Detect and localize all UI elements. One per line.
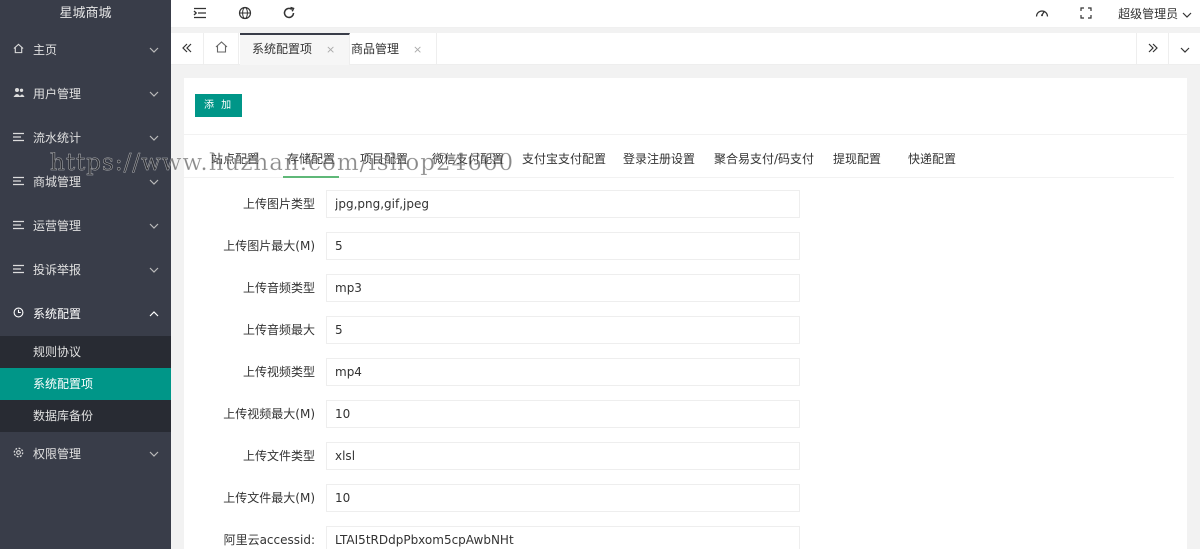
top-header: 超级管理员 [171, 0, 1200, 28]
form-label: 上传图片类型 [242, 197, 315, 211]
tabs-scroll-right-icon[interactable] [1136, 33, 1168, 65]
form-label: 上传视频类型 [242, 365, 315, 379]
file-types-input[interactable] [326, 442, 800, 470]
list-icon [13, 249, 27, 293]
users-icon [13, 73, 27, 117]
home-tab-icon[interactable] [203, 33, 239, 65]
admin-user-menu[interactable]: 超级管理员 [1118, 0, 1192, 28]
form-row-file-max: 上传文件最大(M) [184, 483, 984, 513]
sidebar-item-label: 系统配置 [33, 307, 82, 321]
sidebar-item-users[interactable]: 用户管理 [0, 72, 171, 116]
sidebar-item-label: 运营管理 [33, 219, 82, 233]
config-tab-login-register[interactable]: 登录注册设置 [623, 144, 695, 178]
sidebar-item-permissions[interactable]: 权限管理 [0, 432, 171, 476]
chevron-down-icon [149, 160, 159, 204]
sidebar-item-label: 投诉举报 [33, 263, 82, 277]
chevron-down-icon [149, 248, 159, 292]
page-tabs-bar: 系统配置项 × 商品管理 × [171, 33, 1200, 65]
form-row-image-types: 上传图片类型 [184, 189, 984, 219]
chevron-down-icon [149, 28, 159, 72]
chevron-up-icon [149, 292, 159, 336]
sidebar-item-complaints[interactable]: 投诉举报 [0, 248, 171, 292]
sidebar-item-label: 流水统计 [33, 131, 82, 145]
config-tab-storage[interactable]: 存储配置 [283, 144, 340, 178]
config-tabs: 站点配置 存储配置 项目配置 微信支付配置 支付宝支付配置 登录注册设置 聚合易… [184, 144, 1174, 178]
gear-icon [13, 433, 27, 477]
settings-icon [13, 293, 27, 337]
chevron-down-icon [1182, 7, 1192, 21]
sidebar-subitem-rules[interactable]: 规则协议 [0, 336, 171, 368]
config-tab-project[interactable]: 项目配置 [360, 144, 408, 178]
config-card: 添 加 站点配置 存储配置 项目配置 微信支付配置 支付宝支付配置 登录注册设置… [184, 78, 1187, 549]
image-max-input[interactable] [326, 232, 800, 260]
list-icon [13, 205, 27, 249]
image-types-input[interactable] [326, 190, 800, 218]
form-label: 上传文件最大(M) [223, 491, 315, 505]
config-tab-aggregate-pay[interactable]: 聚合易支付/码支付 [714, 144, 814, 178]
tabs-menu-chevron-down-icon[interactable] [1168, 33, 1200, 65]
tabs-scroll-left-icon[interactable] [171, 33, 203, 65]
sidebar: 星城商城 主页 用户管理 流水统计 商城管理 运营管理 投诉举报 系统配置 规则… [0, 0, 171, 549]
app-logo: 星城商城 [59, 6, 112, 21]
video-max-input[interactable] [326, 400, 800, 428]
chevron-down-icon [149, 116, 159, 160]
sidebar-item-label: 主页 [33, 43, 58, 57]
sidebar-item-label: 权限管理 [33, 447, 82, 461]
file-max-input[interactable] [326, 484, 800, 512]
audio-max-input[interactable] [326, 316, 800, 344]
close-icon[interactable]: × [413, 43, 422, 56]
form-row-image-max: 上传图片最大(M) [184, 231, 984, 261]
sidebar-item-flow-stats[interactable]: 流水统计 [0, 116, 171, 160]
form-row-audio-max: 上传音频最大 [184, 315, 984, 345]
form-row-video-max: 上传视频最大(M) [184, 399, 984, 429]
config-tab-withdraw[interactable]: 提现配置 [833, 144, 881, 178]
admin-name: 超级管理员 [1118, 7, 1179, 21]
sidebar-item-operations[interactable]: 运营管理 [0, 204, 171, 248]
sidebar-item-home[interactable]: 主页 [0, 28, 171, 72]
chevron-down-icon [149, 204, 159, 248]
form-row-aliyun-accessid: 阿里云accessid: [184, 525, 984, 549]
list-icon [13, 161, 27, 205]
divider [184, 134, 1187, 135]
form-row-file-types: 上传文件类型 [184, 441, 984, 471]
sidebar-item-mall[interactable]: 商城管理 [0, 160, 171, 204]
video-types-input[interactable] [326, 358, 800, 386]
tab-product-management[interactable]: 商品管理 × [339, 33, 438, 65]
refresh-icon[interactable] [282, 6, 298, 22]
form-label: 上传音频类型 [242, 281, 315, 295]
config-tab-express[interactable]: 快递配置 [908, 144, 956, 178]
sidebar-item-label: 用户管理 [33, 87, 82, 101]
aliyun-accessid-input[interactable] [326, 526, 800, 549]
form-row-audio-types: 上传音频类型 [184, 273, 984, 303]
sidebar-subitem-config-items[interactable]: 系统配置项 [0, 368, 171, 400]
menu-toggle-icon[interactable] [193, 6, 209, 22]
form-label: 上传图片最大(M) [223, 239, 315, 253]
audio-types-input[interactable] [326, 274, 800, 302]
config-tab-site[interactable]: 站点配置 [211, 144, 259, 178]
config-tab-wechat-pay[interactable]: 微信支付配置 [432, 144, 504, 178]
list-icon [13, 117, 27, 161]
home-icon [13, 29, 27, 73]
sidebar-item-label: 商城管理 [33, 175, 82, 189]
chevron-down-icon [149, 432, 159, 476]
form-label: 上传视频最大(M) [223, 407, 315, 421]
dashboard-icon[interactable] [1035, 6, 1051, 22]
config-tab-alipay[interactable]: 支付宝支付配置 [522, 144, 606, 178]
globe-icon[interactable] [238, 6, 254, 22]
tab-system-config-items[interactable]: 系统配置项 × [240, 33, 351, 65]
chevron-down-icon [149, 72, 159, 116]
add-button[interactable]: 添 加 [195, 94, 243, 117]
form-label: 上传音频最大 [242, 323, 315, 337]
close-icon[interactable]: × [326, 43, 335, 56]
form-label: 上传文件类型 [242, 449, 315, 463]
sidebar-item-system-config[interactable]: 系统配置 [0, 292, 171, 336]
tab-label: 系统配置项 [252, 42, 313, 56]
fullscreen-icon[interactable] [1079, 6, 1095, 22]
form-label: 阿里云accessid: [223, 533, 315, 547]
sidebar-subitem-db-backup[interactable]: 数据库备份 [0, 400, 171, 432]
tab-label: 商品管理 [351, 42, 400, 56]
sidebar-subnav: 规则协议 系统配置项 数据库备份 [0, 336, 171, 432]
form-row-video-types: 上传视频类型 [184, 357, 984, 387]
